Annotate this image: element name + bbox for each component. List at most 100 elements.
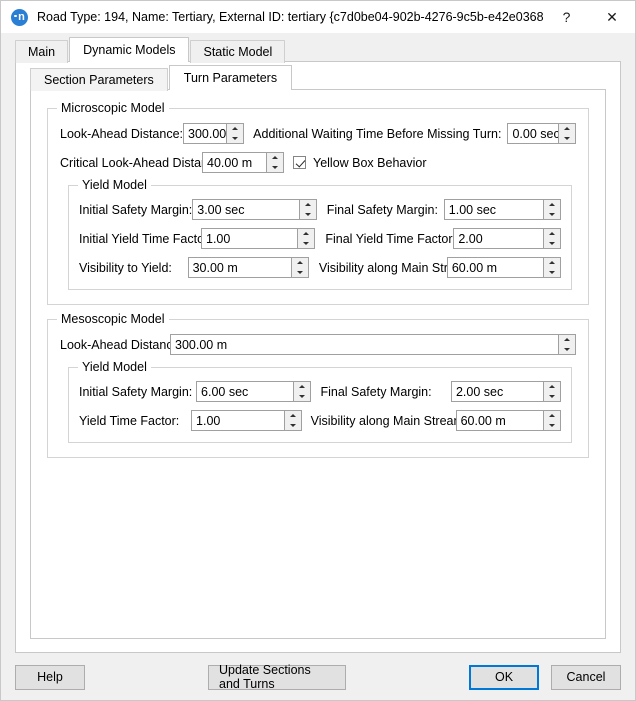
- spinner-up-icon[interactable]: [544, 200, 560, 210]
- micro-final-safety-margin-input[interactable]: 1.00 sec: [443, 199, 561, 220]
- update-sections-and-turns-button[interactable]: Update Sections and Turns: [208, 663, 346, 691]
- micro-look-ahead-distance-input[interactable]: 300.00 m: [183, 123, 245, 144]
- app-icon-letter: n: [18, 10, 25, 23]
- micro-initial-safety-margin-spinner[interactable]: [298, 200, 316, 219]
- micro-row-critical-look-ahead: Critical Look-Ahead Distance: 40.00 m Ye…: [60, 152, 576, 173]
- sub-tabstrip: Section Parameters Turn Parameters: [16, 62, 620, 91]
- spinner-up-icon[interactable]: [559, 335, 575, 345]
- dialog-window: n Road Type: 194, Name: Tertiary, Extern…: [0, 0, 636, 701]
- micro-final-safety-margin-spinner[interactable]: [543, 200, 560, 219]
- spinner-down-icon[interactable]: [298, 238, 315, 248]
- meso-look-ahead-distance-input[interactable]: 300.00 m: [170, 334, 576, 355]
- meso-look-ahead-distance-value: 300.00 m: [171, 335, 558, 354]
- meso-visibility-main-stream-spinner[interactable]: [543, 411, 560, 430]
- spinner-down-icon[interactable]: [559, 133, 575, 143]
- micro-visibility-main-stream-spinner[interactable]: [543, 258, 560, 277]
- meso-look-ahead-distance-label: Look-Ahead Distance:: [60, 337, 183, 352]
- cancel-button[interactable]: Cancel: [551, 664, 621, 690]
- spinner-up-icon[interactable]: [544, 382, 560, 392]
- meso-visibility-main-stream-value: 60.00 m: [456, 411, 543, 430]
- spinner-up-icon[interactable]: [299, 200, 316, 210]
- meso-final-safety-margin-spinner[interactable]: [543, 382, 560, 401]
- spinner-down-icon[interactable]: [284, 420, 301, 430]
- spinner-up-icon[interactable]: [294, 382, 311, 392]
- micro-critical-look-ahead-spinner[interactable]: [266, 153, 283, 172]
- micro-initial-yield-time-factor-spinner[interactable]: [297, 229, 315, 248]
- meso-yield-time-factor-spinner[interactable]: [283, 411, 301, 430]
- spinner-up-icon[interactable]: [544, 258, 560, 268]
- spinner-down-icon[interactable]: [544, 420, 560, 430]
- meso-final-safety-margin-label: Final Safety Margin:: [320, 384, 432, 399]
- spinner-up-icon[interactable]: [284, 411, 301, 421]
- micro-initial-safety-margin-value: 3.00 sec: [193, 200, 299, 219]
- spinner-down-icon[interactable]: [227, 133, 244, 143]
- meso-initial-safety-margin-label: Initial Safety Margin:: [79, 384, 193, 399]
- meso-initial-safety-margin-spinner[interactable]: [293, 382, 311, 401]
- mesoscopic-yield-model-legend: Yield Model: [78, 360, 151, 374]
- spinner-up-icon[interactable]: [544, 411, 560, 421]
- yellow-box-behavior-checkbox[interactable]: Yellow Box Behavior: [293, 156, 427, 170]
- micro-look-ahead-distance-spinner[interactable]: [226, 124, 244, 143]
- micro-visibility-to-yield-spinner[interactable]: [290, 258, 308, 277]
- tab-dynamic-models[interactable]: Dynamic Models: [69, 37, 190, 62]
- tab-turn-parameters[interactable]: Turn Parameters: [168, 65, 293, 90]
- spinner-up-icon[interactable]: [227, 124, 244, 134]
- meso-look-ahead-distance-spinner[interactable]: [558, 335, 575, 354]
- spinner-up-icon[interactable]: [267, 153, 283, 163]
- microscopic-model-legend: Microscopic Model: [57, 101, 169, 115]
- micro-visibility-to-yield-input[interactable]: 30.00 m: [187, 257, 309, 278]
- micro-visibility-main-stream-value: 60.00 m: [447, 258, 543, 277]
- micro-additional-waiting-time-spinner[interactable]: [558, 124, 575, 143]
- spinner-up-icon[interactable]: [559, 124, 575, 134]
- micro-critical-look-ahead-label: Critical Look-Ahead Distance:: [60, 155, 225, 170]
- meso-final-safety-margin-value: 2.00 sec: [451, 382, 543, 401]
- meso-visibility-main-stream-input[interactable]: 60.00 m: [455, 410, 561, 431]
- micro-final-yield-time-factor-input[interactable]: 2.00: [453, 228, 561, 249]
- micro-additional-waiting-time-value: 0.00 sec: [508, 124, 558, 143]
- meso-initial-safety-margin-input[interactable]: 6.00 sec: [196, 381, 312, 402]
- micro-initial-yield-time-factor-input[interactable]: 1.00: [201, 228, 316, 249]
- spinner-down-icon[interactable]: [291, 267, 308, 277]
- spinner-up-icon[interactable]: [298, 229, 315, 239]
- spinner-down-icon[interactable]: [299, 209, 316, 219]
- help-button[interactable]: Help: [15, 664, 85, 690]
- micro-row-look-ahead: Look-Ahead Distance: 300.00 m Additional…: [60, 123, 576, 144]
- micro-yield-row-time-factor: Initial Yield Time Factor: 1.00 Final Yi…: [79, 228, 561, 249]
- microscopic-model-group: Microscopic Model Look-Ahead Distance: 3…: [47, 101, 589, 305]
- spinner-down-icon[interactable]: [544, 209, 560, 219]
- microscopic-yield-model-group: Yield Model Initial Safety Margin: 3.00 …: [68, 178, 572, 290]
- meso-final-safety-margin-input[interactable]: 2.00 sec: [450, 381, 561, 402]
- ok-button[interactable]: OK: [469, 664, 539, 690]
- meso-yield-time-factor-label: Yield Time Factor:: [79, 413, 180, 428]
- spinner-up-icon[interactable]: [291, 258, 308, 268]
- tab-main[interactable]: Main: [15, 40, 69, 63]
- spinner-down-icon[interactable]: [544, 267, 560, 277]
- micro-initial-safety-margin-input[interactable]: 3.00 sec: [192, 199, 317, 220]
- meso-initial-safety-margin-value: 6.00 sec: [197, 382, 294, 401]
- tab-static-model[interactable]: Static Model: [190, 40, 286, 63]
- checkmark-icon[interactable]: [293, 156, 306, 169]
- close-icon[interactable]: ✕: [589, 1, 635, 33]
- dialog-footer: Help Update Sections and Turns OK Cancel: [1, 654, 635, 700]
- micro-critical-look-ahead-input[interactable]: 40.00 m: [202, 152, 284, 173]
- app-icon: n: [11, 8, 28, 26]
- spinner-down-icon[interactable]: [267, 162, 283, 172]
- micro-additional-waiting-time-input[interactable]: 0.00 sec: [507, 123, 576, 144]
- meso-yield-time-factor-input[interactable]: 1.00: [191, 410, 302, 431]
- meso-yield-row-time-factor: Yield Time Factor: 1.00 Visibility along…: [79, 410, 561, 431]
- micro-final-yield-time-factor-spinner[interactable]: [543, 229, 560, 248]
- micro-look-ahead-distance-value: 300.00 m: [184, 124, 227, 143]
- micro-additional-waiting-time-label: Additional Waiting Time Before Missing T…: [253, 126, 502, 141]
- tab-section-parameters[interactable]: Section Parameters: [30, 68, 168, 91]
- mesoscopic-yield-model-group: Yield Model Initial Safety Margin: 6.00 …: [68, 360, 572, 443]
- spinner-down-icon[interactable]: [544, 238, 560, 248]
- mesoscopic-model-group: Mesoscopic Model Look-Ahead Distance: 30…: [47, 312, 589, 458]
- micro-visibility-main-stream-input[interactable]: 60.00 m: [446, 257, 561, 278]
- help-icon[interactable]: ?: [544, 1, 589, 33]
- spinner-up-icon[interactable]: [544, 229, 560, 239]
- window-title: Road Type: 194, Name: Tertiary, External…: [37, 10, 544, 24]
- spinner-down-icon[interactable]: [294, 391, 311, 401]
- spinner-down-icon[interactable]: [544, 391, 560, 401]
- mesoscopic-model-legend: Mesoscopic Model: [57, 312, 169, 326]
- spinner-down-icon[interactable]: [559, 344, 575, 354]
